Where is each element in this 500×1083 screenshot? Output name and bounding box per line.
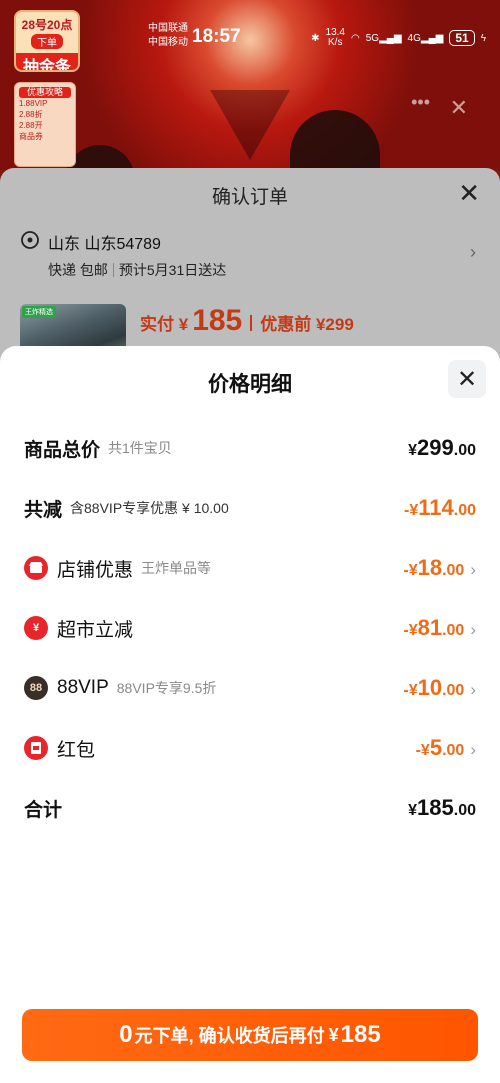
- chevron-right-icon: ›: [470, 740, 476, 759]
- cta-zero: 0: [119, 1021, 133, 1048]
- chevron-right-icon: ›: [470, 680, 476, 699]
- paid-summary: 实付 ¥185 优惠前 ¥299: [140, 304, 354, 338]
- row-sub: 含88VIP专享优惠 ¥ 10.00: [70, 500, 229, 516]
- delivery-method: 快递 包邮: [48, 262, 108, 278]
- product-tag: 王炸精选: [22, 306, 56, 318]
- promo-strategy-title: 优惠攻略: [19, 87, 71, 98]
- promo-strategy-line: 1.88VIP: [19, 99, 48, 108]
- net-speed: 13.4 K/s: [325, 27, 345, 48]
- row-value: -¥ 10.00 ›: [403, 675, 476, 700]
- row-value: ¥185.00: [408, 795, 476, 820]
- price-row-total-goods: 商品总价 共1件宝贝 ¥299.00: [24, 433, 476, 463]
- price-row-red-envelope[interactable]: 红包 -¥ 5.00 ›: [24, 733, 476, 763]
- price-row-sum: 合计 ¥185.00: [24, 793, 476, 823]
- paid-label: 实付 ¥: [140, 315, 189, 334]
- red-envelope-icon: [24, 736, 48, 760]
- cta-currency: ¥: [328, 1024, 339, 1045]
- yuan-icon: ¥: [24, 616, 48, 640]
- price-row-shop-discount[interactable]: 店铺优惠 王炸单品等 -¥ 18.00 ›: [24, 553, 476, 583]
- close-icon[interactable]: ✕: [450, 95, 468, 121]
- carrier-1: 中国联通: [148, 23, 188, 34]
- row-value: ¥299.00: [408, 435, 476, 460]
- address-chevron-icon[interactable]: ›: [470, 242, 476, 263]
- location-icon: [21, 231, 39, 249]
- row-sub: 88VIP专享9.5折: [116, 680, 217, 696]
- close-button[interactable]: ✕: [448, 360, 486, 398]
- battery-level: 51: [449, 30, 475, 46]
- price-row-88vip[interactable]: 88 88VIP 88VIP专享9.5折 -¥ 10.00 ›: [24, 673, 476, 703]
- row-value: -¥ 18.00 ›: [403, 555, 476, 580]
- charging-icon: ϟ: [480, 32, 486, 44]
- cta-text: 元下单, 确认收货后再付: [134, 1026, 325, 1046]
- row-sub: 共1件宝贝: [108, 440, 172, 456]
- price-detail-sheet: 价格明细 ✕ 商品总价 共1件宝贝 ¥299.00 共减 含88VIP专享优惠 …: [0, 346, 500, 1083]
- close-icon: ✕: [456, 365, 478, 393]
- clock: 18:57: [192, 26, 241, 47]
- address-name[interactable]: 山东 山东54789: [48, 230, 161, 254]
- promo-strategy-line: 2.88折: [19, 110, 43, 119]
- delivery-info: 快递 包邮 预计5月31日送达: [48, 260, 226, 280]
- more-icon[interactable]: •••: [411, 92, 430, 113]
- row-value: -¥ 114.00: [404, 495, 476, 520]
- row-label: 红包: [57, 739, 96, 761]
- row-label: 超市立减: [57, 619, 134, 641]
- shop-icon: [24, 556, 48, 580]
- row-value: -¥ 81.00 ›: [403, 615, 476, 640]
- delivery-eta: 预计5月31日送达: [118, 262, 227, 278]
- price-row-supermarket-discount[interactable]: ¥ 超市立减 -¥ 81.00 ›: [24, 613, 476, 643]
- row-label: 合计: [24, 799, 63, 821]
- pay-later-button[interactable]: 0 元下单, 确认收货后再付 ¥ 185: [22, 1009, 478, 1061]
- vip-88-icon: 88: [24, 676, 48, 700]
- background-person: [290, 110, 380, 170]
- signal-4g: 4G▂▄▆: [407, 32, 444, 44]
- price-row-total-discount: 共减 含88VIP专享优惠 ¥ 10.00 -¥ 114.00: [24, 493, 476, 523]
- promo-strategy-line: 商品券: [19, 132, 43, 141]
- status-bar: 中国联通 中国移动 18:57 ✱ 13.4 K/s ◠ 5G▂▄▆ 4G▂▄▆…: [0, 0, 500, 70]
- cta-amount: 185: [340, 1021, 381, 1048]
- promo-decoration: [210, 90, 290, 160]
- signal-5g: 5G▂▄▆: [365, 32, 402, 44]
- carrier-info: 中国联通 中国移动: [148, 22, 188, 50]
- promo-strategy-card[interactable]: 优惠攻略 1.88VIP 2.88折 2.88开 商品券: [14, 82, 76, 167]
- wifi-icon: ◠: [350, 32, 360, 44]
- promo-strategy-line: 2.88开: [19, 121, 43, 130]
- paid-amount: 185: [192, 304, 243, 337]
- before-discount: 优惠前 ¥299: [260, 315, 354, 334]
- row-sub: 王炸单品等: [141, 560, 212, 576]
- order-close-icon[interactable]: ✕: [458, 178, 480, 209]
- chevron-right-icon: ›: [470, 560, 476, 579]
- row-value: -¥ 5.00 ›: [415, 735, 476, 760]
- bluetooth-icon: ✱: [311, 32, 320, 44]
- chevron-right-icon: ›: [470, 620, 476, 639]
- row-label: 共减: [24, 499, 63, 521]
- row-label: 商品总价: [24, 439, 101, 461]
- row-label: 店铺优惠: [57, 559, 134, 581]
- carrier-2: 中国移动: [148, 37, 188, 48]
- system-icons: ✱ 13.4 K/s ◠ 5G▂▄▆ 4G▂▄▆ 51 ϟ: [311, 28, 486, 48]
- price-detail-title: 价格明细: [208, 373, 292, 396]
- row-label: 88VIP: [57, 677, 109, 698]
- order-title: 确认订单: [211, 187, 288, 208]
